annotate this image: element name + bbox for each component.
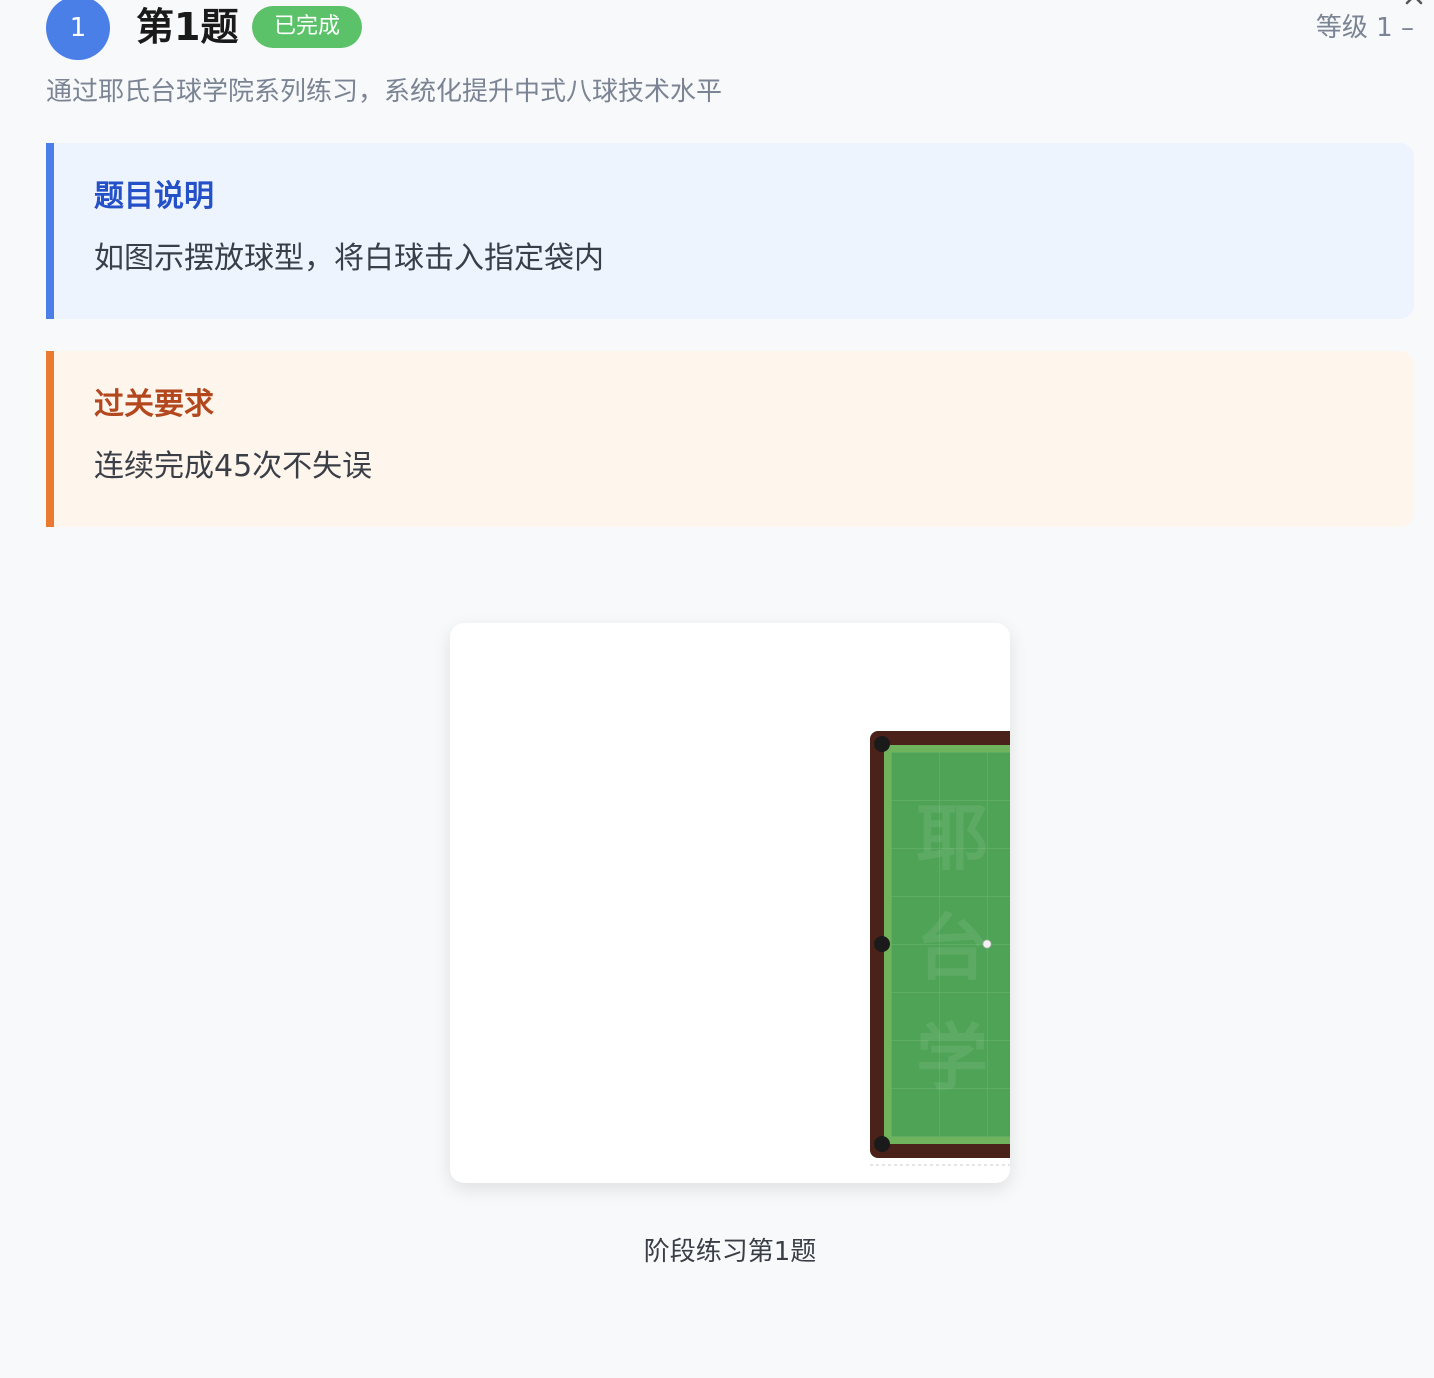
- question-subtitle: 通过耶氏台球学院系列练习，系统化提升中式八球技术水平: [46, 77, 723, 107]
- close-icon[interactable]: [1402, 0, 1426, 8]
- pocket-middle-left: [874, 936, 890, 952]
- level-label: 等级 1 –: [1315, 13, 1414, 43]
- pocket-bottom-left: [874, 1136, 890, 1152]
- watermark-char-3: 学: [916, 1016, 988, 1100]
- description-body: 如图示摆放球型，将白球击入指定袋内: [94, 241, 604, 276]
- pocket-top-left: [874, 736, 890, 752]
- requirement-card: 过关要求 连续完成45次不失误: [46, 351, 1414, 527]
- pool-table-diagram: 耶 台 学: [870, 731, 1010, 1166]
- requirement-title: 过关要求: [94, 387, 214, 422]
- table-diagram-frame[interactable]: 耶 台 学: [450, 623, 1010, 1183]
- cue-ball: [982, 939, 992, 949]
- description-card: 题目说明 如图示摆放球型，将白球击入指定袋内: [46, 143, 1414, 319]
- watermark-char-1: 耶: [916, 796, 988, 880]
- question-title: 第1题: [136, 5, 239, 49]
- question-number-badge: 1: [46, 0, 110, 60]
- status-badge: 已完成: [252, 6, 363, 48]
- watermark-char-2: 台: [916, 906, 988, 990]
- requirement-body: 连续完成45次不失误: [94, 449, 373, 484]
- question-header: 1 第1题 已完成 等级 1 –: [0, 0, 1434, 60]
- image-caption: 阶段练习第1题: [643, 1237, 817, 1267]
- description-title: 题目说明: [94, 179, 214, 214]
